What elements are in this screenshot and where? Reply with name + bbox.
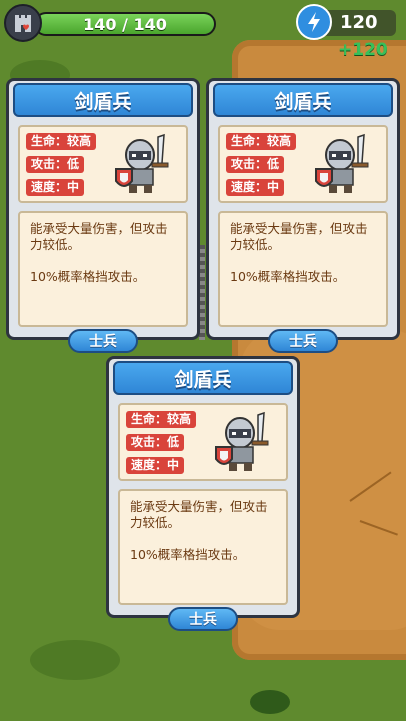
lightning-icon [296,4,332,40]
energy-display: 120 [296,4,400,40]
grass-patch [30,640,120,680]
stat-speed: 速度：中 [226,179,285,196]
unit-type-tag: 士兵 [68,329,138,353]
stat-hp: 生命：较高 [226,133,297,150]
card-title: 剑盾兵 [113,361,293,395]
description-text: 能承受大量伤害，但攻击力较低。 [230,221,368,252]
stat-panel: 生命：较高 攻击：低 速度：中 [118,403,288,481]
castle-icon [4,4,42,42]
unit-card[interactable]: 剑盾兵 生命：较高 攻击：低 速度：中 能承受大量伤害，但攻击力较低。 10%概… [6,78,200,353]
description-text: 10%概率格挡攻击。 [130,547,246,562]
description-text: 能承受大量伤害，但攻击力较低。 [130,499,268,530]
sword-shield-knight-icon [215,411,269,471]
health-text: 140 / 140 [83,14,167,34]
card-title: 剑盾兵 [13,83,193,117]
description-text: 能承受大量伤害，但攻击力较低。 [30,221,168,252]
energy-value: 120 [340,12,378,33]
description-panel: 能承受大量伤害，但攻击力较低。 10%概率格挡攻击。 [118,489,288,605]
stat-speed: 速度：中 [126,457,185,474]
stat-attack: 攻击：低 [26,156,85,173]
stat-panel: 生命：较高 攻击：低 速度：中 [218,125,388,203]
unit-card[interactable]: 剑盾兵 生命：较高 攻击：低 速度：中 能承受大量伤害，但攻击力较低。 10%概… [106,356,300,631]
sword-shield-knight-icon [315,133,369,193]
sword-shield-knight-icon [115,133,169,193]
stat-hp: 生命：较高 [26,133,97,150]
description-panel: 能承受大量伤害，但攻击力较低。 10%概率格挡攻击。 [218,211,388,327]
health-bar: 140 / 140 [34,12,216,36]
description-panel: 能承受大量伤害，但攻击力较低。 10%概率格挡攻击。 [18,211,188,327]
stat-speed: 速度：中 [26,179,85,196]
description-text: 10%概率格挡攻击。 [230,269,346,284]
bush [250,690,290,714]
stat-attack: 攻击：低 [226,156,285,173]
stat-panel: 生命：较高 攻击：低 速度：中 [18,125,188,203]
health-display: 140 / 140 [4,4,216,44]
unit-type-tag: 士兵 [168,607,238,631]
stat-attack: 攻击：低 [126,434,185,451]
unit-type-tag: 士兵 [268,329,338,353]
stat-hp: 生命：较高 [126,411,197,428]
description-text: 10%概率格挡攻击。 [30,269,146,284]
card-title: 剑盾兵 [213,83,393,117]
energy-bonus: +120 [338,40,388,60]
unit-card[interactable]: 剑盾兵 生命：较高 攻击：低 速度：中 能承受大量伤害，但攻击力较低。 10%概… [206,78,400,353]
